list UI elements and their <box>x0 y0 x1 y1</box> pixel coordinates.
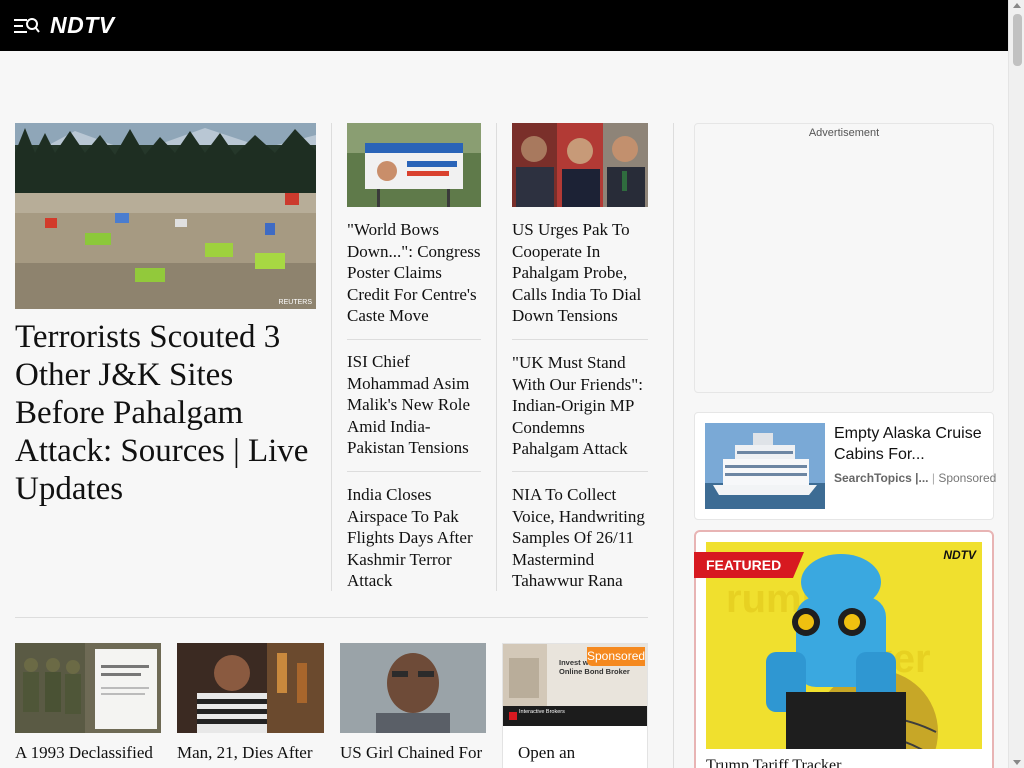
story-headline[interactable]: ISI Chief Mohammad Asim Malik's New Role… <box>347 351 481 459</box>
page-scrollbar[interactable] <box>1008 0 1024 768</box>
divider <box>347 339 481 340</box>
story-headline[interactable]: Open an <box>518 742 644 763</box>
story-thumbnail-mugshot[interactable] <box>340 643 486 733</box>
story-thumbnail-soldiers[interactable] <box>15 643 161 733</box>
scroll-up-arrow-icon[interactable] <box>1013 3 1021 8</box>
scroll-thumb[interactable] <box>1013 14 1022 66</box>
sponsored-label: Sponsored <box>938 471 997 485</box>
divider <box>512 339 648 340</box>
column-divider <box>673 123 674 768</box>
advertisement-slot[interactable]: Advertisement <box>694 123 994 393</box>
story-thumbnail-officials[interactable] <box>512 123 648 207</box>
sponsored-card-source: SearchTopics |... | Sponsored <box>834 471 997 485</box>
featured-ndtv-logo: NDTV <box>943 548 976 562</box>
bottom-ad-brand: Interactive Brokers <box>519 709 565 715</box>
story-headline[interactable]: Man, 21, Dies After <box>177 742 324 763</box>
story-thumbnail-man[interactable] <box>177 643 324 733</box>
lead-image-credit: REUTERS <box>278 299 312 306</box>
column-divider <box>331 123 332 591</box>
story-thumbnail-poster[interactable] <box>347 123 481 207</box>
story-headline[interactable]: India Closes Airspace To Pak Flights Day… <box>347 484 481 592</box>
lead-story-headline[interactable]: Terrorists Scouted 3 Other J&K Sites Bef… <box>15 318 315 508</box>
sponsored-card-title[interactable]: Empty Alaska Cruise Cabins For... <box>834 423 992 465</box>
story-headline[interactable]: NIA To Collect Voice, Handwriting Sample… <box>512 484 648 592</box>
featured-tag: FEATURED <box>694 552 804 578</box>
story-headline[interactable]: "World Bows Down...": Congress Poster Cl… <box>347 219 481 327</box>
divider <box>347 471 481 472</box>
ndtv-logo[interactable]: NDTV <box>50 10 115 40</box>
story-headline[interactable]: "UK Must Stand With Our Friends": Indian… <box>512 352 648 460</box>
column-divider <box>496 123 497 591</box>
advertisement-label: Advertisement <box>808 127 880 139</box>
story-headline[interactable]: A 1993 Declassified <box>15 742 161 763</box>
lead-story-image[interactable]: REUTERS <box>15 123 316 309</box>
scroll-down-arrow-icon[interactable] <box>1013 760 1021 765</box>
divider <box>512 471 648 472</box>
sponsored-badge: Sponsored <box>587 647 645 666</box>
featured-caption[interactable]: Trump Tariff Tracker <box>706 757 841 768</box>
cruise-ship-image[interactable] <box>705 423 825 509</box>
menu-search-icon[interactable] <box>14 16 40 36</box>
top-navigation-bar: NDTV <box>0 0 1008 51</box>
sponsored-card[interactable]: Empty Alaska Cruise Cabins For... Search… <box>694 412 997 520</box>
sponsored-source-name: SearchTopics |... <box>834 471 929 485</box>
story-headline[interactable]: US Urges Pak To Cooperate In Pahalgam Pr… <box>512 219 648 327</box>
story-headline[interactable]: US Girl Chained For <box>340 742 486 763</box>
section-divider <box>15 617 648 618</box>
